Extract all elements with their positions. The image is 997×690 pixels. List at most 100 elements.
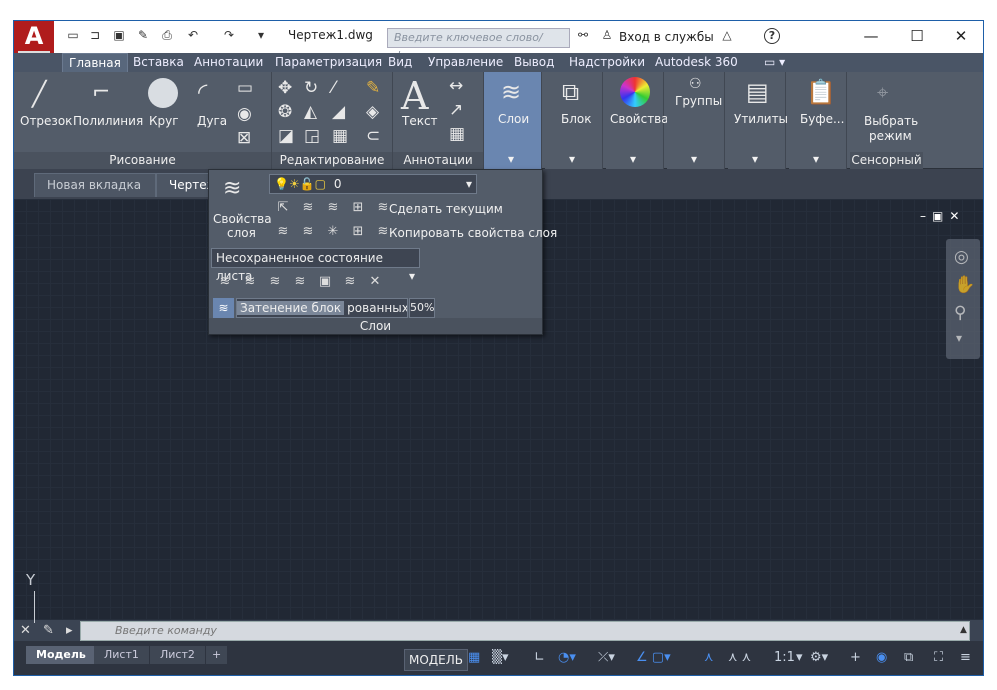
offset-icon[interactable]: ⊂ bbox=[366, 126, 380, 146]
copy-props-button[interactable]: Копировать свойства слоя bbox=[389, 226, 557, 240]
layers-button[interactable]: ≋ Слои ▾ bbox=[484, 72, 542, 169]
layer-tool-icon[interactable]: ⊞ bbox=[348, 224, 368, 240]
viewport-controls[interactable]: –▣✕ bbox=[920, 209, 970, 223]
undo-icon[interactable]: ↶ bbox=[184, 25, 202, 45]
layer-tool-icon[interactable]: ✳ bbox=[323, 224, 343, 240]
tab-manage[interactable]: Управление bbox=[422, 53, 509, 72]
pan-icon[interactable]: ✋ bbox=[954, 275, 975, 295]
groups-button[interactable]: ⚇ Группы ▾ bbox=[667, 72, 725, 169]
customize-menu-icon[interactable]: ≡ bbox=[960, 650, 971, 665]
annotation-visibility-icon[interactable]: ⋏ bbox=[704, 650, 714, 665]
layer-tool-icon[interactable]: ≋ bbox=[265, 274, 285, 290]
layer-tool-icon[interactable]: ⊞ bbox=[348, 200, 368, 216]
explode-icon[interactable]: ◈ bbox=[366, 102, 379, 122]
tab-view[interactable]: Вид bbox=[382, 53, 418, 72]
table-icon[interactable]: ▦ bbox=[449, 124, 465, 144]
leader-icon[interactable]: ↗ bbox=[449, 100, 463, 120]
layer-tool-icon[interactable]: ✕ bbox=[365, 274, 385, 290]
hardware-icon[interactable]: ⧉ bbox=[904, 650, 913, 665]
hatch-icon[interactable]: ◉ bbox=[237, 104, 252, 124]
redo-icon[interactable]: ↷ bbox=[220, 25, 238, 45]
tab-output[interactable]: Вывод bbox=[508, 53, 560, 72]
open-icon[interactable]: ⊐ bbox=[86, 25, 104, 45]
layer-tool-icon[interactable]: ≋ bbox=[298, 224, 318, 240]
osnap-icon[interactable]: ⤫▾ bbox=[598, 650, 615, 665]
tab-insert[interactable]: Вставка bbox=[127, 53, 190, 72]
help-icon[interactable]: ? bbox=[764, 28, 780, 44]
polar-icon[interactable]: ◔▾ bbox=[558, 650, 576, 665]
fillet-icon[interactable]: ◢ bbox=[332, 102, 345, 122]
snap-icon[interactable]: ▒▾ bbox=[492, 650, 509, 665]
draw-panel-title[interactable]: Рисование bbox=[14, 152, 271, 169]
layer-state-select[interactable]: Несохраненное состояние листа ▾ bbox=[211, 248, 420, 283]
tab-annotate[interactable]: Аннотации bbox=[188, 53, 269, 72]
autoscale-icon[interactable]: ⋏ ⋏ bbox=[728, 650, 751, 665]
exchange-icon[interactable]: △ bbox=[718, 25, 736, 45]
layer-tool-icon[interactable]: ≋ bbox=[298, 200, 318, 216]
line-tool[interactable]: Отрезок bbox=[20, 114, 72, 128]
model-space-button[interactable]: МОДЕЛЬ bbox=[404, 649, 469, 671]
steering-wheel-icon[interactable]: ◎ bbox=[954, 247, 969, 267]
user-icon[interactable]: ♙ bbox=[598, 25, 616, 45]
close-button[interactable]: ✕ bbox=[938, 21, 983, 51]
scale-dropdown-icon[interactable]: ▾ bbox=[796, 650, 803, 665]
circle-tool[interactable]: Круг bbox=[149, 114, 179, 128]
saveas-icon[interactable]: ✎ bbox=[134, 25, 152, 45]
tab-addins[interactable]: Надстройки bbox=[563, 53, 651, 72]
select-mode-label-2[interactable]: режим bbox=[869, 129, 912, 143]
annotation-scale[interactable]: 1:1 bbox=[774, 650, 795, 665]
move-icon[interactable]: ✥ bbox=[278, 78, 292, 98]
chevron-down-icon[interactable]: ▾ bbox=[956, 331, 962, 345]
tab-layout1[interactable]: Лист1 bbox=[94, 646, 149, 664]
layer-tool-icon[interactable]: ≋ bbox=[215, 274, 235, 290]
zoom-icon[interactable]: ⚲ bbox=[954, 303, 966, 323]
utilities-button[interactable]: ▤ Утилиты ▾ bbox=[728, 72, 788, 169]
tab-home[interactable]: Главная bbox=[62, 53, 128, 72]
dimension-icon[interactable]: ↔ bbox=[449, 76, 463, 96]
minimize-button[interactable]: — bbox=[848, 21, 894, 51]
customize-icon[interactable]: ▾ bbox=[252, 25, 270, 45]
new-icon[interactable]: ▭ bbox=[64, 25, 82, 45]
arc-tool[interactable]: Дуга bbox=[197, 114, 227, 128]
select-mode-label-1[interactable]: Выбрать bbox=[864, 114, 918, 128]
properties-button[interactable]: Свойства ▾ bbox=[606, 72, 669, 169]
layer-properties-label-1[interactable]: Свойства bbox=[213, 212, 272, 226]
clipboard-button[interactable]: 📋 Буфе... ▾ bbox=[789, 72, 847, 169]
maximize-button[interactable]: ☐ bbox=[894, 21, 940, 51]
rotate-icon[interactable]: ↻ bbox=[304, 78, 318, 98]
text-tool[interactable]: Текст bbox=[402, 114, 438, 128]
tab-model[interactable]: Модель bbox=[26, 646, 96, 664]
array-icon[interactable]: ▦ bbox=[332, 126, 348, 146]
rectangle-icon[interactable]: ▭ bbox=[237, 78, 253, 98]
annotation-panel-title[interactable]: Аннотации bbox=[393, 152, 483, 169]
copy-icon[interactable]: ❂ bbox=[278, 102, 292, 122]
signin-button[interactable]: Вход в службы bbox=[619, 30, 714, 44]
command-line-controls[interactable]: ✕ ✎ ▸ bbox=[20, 623, 77, 638]
layer-tool-icon[interactable]: ≋ bbox=[240, 274, 260, 290]
layer-tool-icon[interactable]: ⇱ bbox=[273, 200, 293, 216]
add-layout-icon[interactable]: + bbox=[206, 646, 228, 664]
trim-icon[interactable]: ⁄ bbox=[332, 78, 335, 98]
binoculars-icon[interactable]: ⚯ bbox=[574, 25, 592, 45]
layer-tool-icon[interactable]: ≋ bbox=[273, 224, 293, 240]
layer-tool-icon[interactable]: ≋ bbox=[340, 274, 360, 290]
lock-fade-toggle-icon[interactable]: ≋ bbox=[213, 298, 234, 318]
layer-tool-icon[interactable]: ≋ bbox=[290, 274, 310, 290]
polyline-tool[interactable]: Полилиния bbox=[73, 114, 143, 128]
ribbon-toggle-icon[interactable]: ▭ ▾ bbox=[758, 53, 791, 72]
scale-icon[interactable]: ◲ bbox=[304, 126, 320, 146]
erase-icon[interactable]: ✎ bbox=[366, 78, 380, 98]
modify-panel-title[interactable]: Редактирование bbox=[272, 152, 392, 169]
layer-select[interactable]: 💡☀🔓▢ 0 ▾ bbox=[269, 174, 477, 194]
search-input[interactable]: Введите ключевое слово/фразу bbox=[387, 28, 570, 62]
navigation-bar[interactable]: ◎ ✋ ⚲ ▾ bbox=[946, 239, 980, 359]
workspace-gear-icon[interactable]: ⚙▾ bbox=[810, 650, 828, 665]
stretch-icon[interactable]: ◪ bbox=[278, 126, 294, 146]
fullscreen-icon[interactable]: ⛶ bbox=[934, 650, 943, 665]
command-history-icon[interactable]: ▲ bbox=[960, 625, 967, 635]
print-icon[interactable]: ⎙ bbox=[158, 25, 176, 45]
tab-parametric[interactable]: Параметризация bbox=[269, 53, 388, 72]
tab-a360[interactable]: Autodesk 360 bbox=[649, 53, 744, 72]
block-button[interactable]: ⧉ Блок ▾ bbox=[545, 72, 603, 169]
layer-properties-label-2[interactable]: слоя bbox=[227, 226, 256, 240]
